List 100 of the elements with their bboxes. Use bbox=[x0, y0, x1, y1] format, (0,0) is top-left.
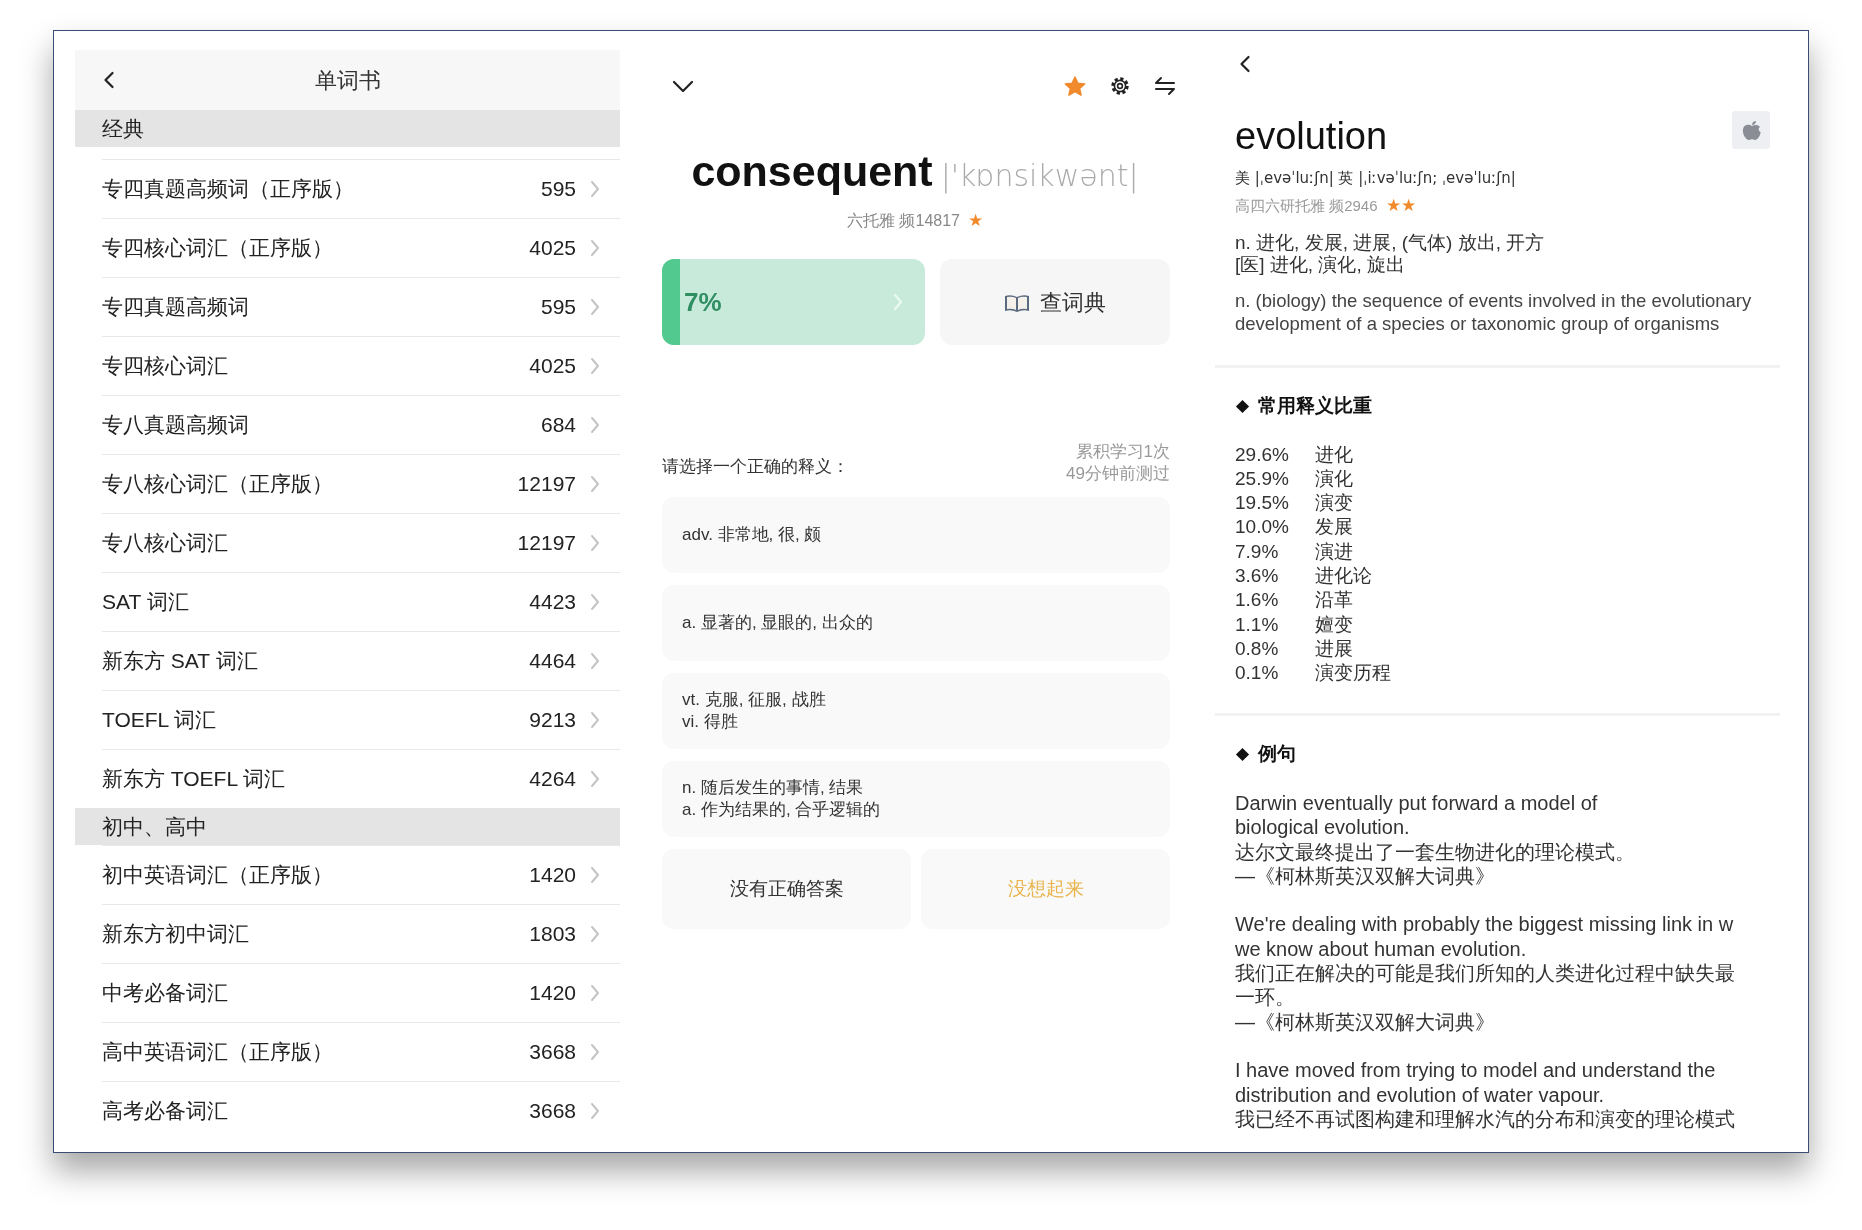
percent-text: 3.6% bbox=[1235, 564, 1280, 588]
chevron-right-icon bbox=[590, 534, 600, 552]
phonetic-text: 美 |ˌevəˈluːʃn| 英 |ˌiːvəˈluːʃn; ˌevəˈluːʃn| bbox=[1235, 168, 1517, 189]
answer-button[interactable]: 没有正确答案 bbox=[662, 849, 911, 929]
translation-text: 我们正在解决的可能是我们所知的人类进化过程中缺失最 bbox=[1235, 961, 1736, 986]
dictionary-button[interactable]: 查词典 bbox=[939, 259, 1170, 345]
example-sentence: distribution and evolution of water vapour. bbox=[1235, 1082, 1606, 1107]
page-title: 单词书 bbox=[313, 66, 382, 95]
book-name: 新东方 TOEFL 词汇 bbox=[102, 766, 287, 793]
percent-text: 29.6% bbox=[1235, 442, 1290, 467]
meaning-text: 进展 bbox=[1315, 636, 1353, 661]
section-header: 初中、高中 bbox=[75, 808, 620, 845]
book-name: 中考必备词汇 bbox=[102, 980, 229, 1007]
percent-text: 10.0% bbox=[1235, 515, 1290, 540]
study-stat: 49分钟前测过 bbox=[1066, 463, 1170, 485]
star-marks: ★ bbox=[967, 210, 983, 230]
back-icon bbox=[1239, 55, 1251, 73]
meaning-text: 发展 bbox=[1315, 515, 1353, 540]
word-count: 4264 bbox=[529, 766, 576, 793]
english-definition: n. (biology) the sequence of events involved in the evolutionary development of a species or taxonomic group of organisms bbox=[1235, 290, 1753, 335]
book-name: 初中英语词汇（正序版） bbox=[102, 862, 334, 889]
book-name: 专八核心词汇（正序版） bbox=[102, 471, 334, 498]
quiz-word: consequent bbox=[691, 147, 933, 195]
frequency-tags: 高四六研托雅 频2946 bbox=[1235, 196, 1378, 214]
book-name: 高考必备词汇 bbox=[102, 1098, 229, 1125]
chevron-right-icon bbox=[590, 416, 600, 434]
percent-text: 1.6% bbox=[1235, 588, 1280, 613]
book-name: TOEFL 词汇 bbox=[102, 707, 218, 734]
example-sentence: biological evolution. bbox=[1235, 815, 1411, 840]
word-count: 9213 bbox=[529, 707, 576, 734]
word-count: 12197 bbox=[517, 530, 576, 557]
percent-text: 7.9% bbox=[1235, 539, 1280, 564]
word-count: 4423 bbox=[529, 589, 576, 616]
study-stat: 累积学习1次 bbox=[1074, 441, 1170, 463]
source-text: —《柯林斯英汉双解大词典》 bbox=[1235, 1009, 1496, 1034]
book-name: 专四核心词汇 bbox=[102, 353, 229, 380]
chevron-right-icon bbox=[590, 357, 600, 375]
book-name: 专四真题高频词 bbox=[102, 294, 250, 321]
diamond-icon bbox=[1235, 398, 1250, 414]
chevron-right-icon bbox=[590, 925, 600, 943]
answer-option[interactable]: a. 显著的, 显眼的, 出众的 bbox=[662, 585, 1170, 661]
example-sentence: We're dealing with probably the biggest missing link in w bbox=[1235, 912, 1735, 937]
book-name: 专四核心词汇（正序版） bbox=[102, 235, 334, 262]
source-text: —《柯林斯英汉双解大词典》 bbox=[1235, 863, 1496, 889]
chevron-right-icon bbox=[590, 593, 600, 611]
progress-label: 7% bbox=[684, 285, 723, 319]
prompt-text: 请选择一个正确的释义： bbox=[662, 455, 849, 478]
book-name: 专四真题高频词（正序版） bbox=[102, 176, 355, 203]
meaning-text: 演变历程 bbox=[1315, 661, 1391, 686]
percent-text: 0.8% bbox=[1235, 636, 1280, 661]
star-marks: ★★ bbox=[1385, 195, 1416, 215]
percent-text: 0.1% bbox=[1235, 661, 1280, 686]
translation-text: 我已经不再试图构建和理解水汽的分布和演变的理论模式 bbox=[1235, 1106, 1736, 1132]
back-icon bbox=[103, 71, 115, 89]
word-count: 595 bbox=[540, 176, 576, 203]
chevron-right-icon bbox=[590, 984, 600, 1002]
percent-text: 1.1% bbox=[1235, 612, 1280, 637]
book-name: 高中英语词汇（正序版） bbox=[102, 1039, 334, 1066]
book-name: 新东方初中词汇 bbox=[102, 921, 250, 948]
meaning-text: 嬗变 bbox=[1315, 612, 1353, 637]
percent-text: 25.9% bbox=[1235, 466, 1290, 491]
chevron-right-icon bbox=[590, 239, 600, 257]
chevron-right-icon bbox=[590, 770, 600, 788]
word-count: 3668 bbox=[529, 1098, 576, 1125]
book-name: 专八真题高频词 bbox=[102, 412, 250, 439]
book-name: SAT 词汇 bbox=[102, 589, 190, 616]
meaning-text: 演进 bbox=[1315, 539, 1353, 564]
answer-option[interactable]: adv. 非常地, 很, 颇 bbox=[662, 497, 1170, 573]
answer-option[interactable]: n. 随后发生的事情, 结果 a. 作为结果的, 合乎逻辑的 bbox=[662, 761, 1170, 837]
pronounce-button[interactable] bbox=[1732, 111, 1770, 149]
chevron-right-icon bbox=[590, 298, 600, 316]
book-name: 新东方 SAT 词汇 bbox=[102, 648, 259, 675]
section-header: 经典 bbox=[75, 110, 620, 147]
definition-text: [医] 进化, 演化, 旋出 bbox=[1235, 254, 1406, 276]
percent-text: 19.5% bbox=[1235, 491, 1290, 516]
entry-word: evolution bbox=[1235, 117, 1388, 155]
word-count: 1420 bbox=[529, 862, 576, 889]
chevron-right-icon bbox=[590, 1102, 600, 1120]
chevron-right-icon bbox=[590, 1043, 600, 1061]
frequency-tags: 六托雅 频14817 bbox=[847, 211, 960, 229]
chevron-right-icon bbox=[892, 293, 903, 311]
meaning-text: 进化论 bbox=[1315, 564, 1372, 588]
word-count: 684 bbox=[540, 412, 576, 439]
chevron-right-icon bbox=[590, 475, 600, 493]
meaning-text: 进化 bbox=[1315, 442, 1353, 467]
section-heading: 例句 bbox=[1258, 742, 1296, 767]
book-name: 专八核心词汇 bbox=[102, 530, 229, 557]
meaning-text: 演变 bbox=[1315, 491, 1353, 516]
word-count: 4025 bbox=[529, 353, 576, 380]
word-count: 1420 bbox=[529, 980, 576, 1007]
answer-option[interactable]: vt. 克服, 征服, 战胜 vi. 得胜 bbox=[662, 673, 1170, 749]
example-sentence: I have moved from trying to model and understand the bbox=[1235, 1058, 1717, 1083]
word-count: 1803 bbox=[529, 921, 576, 948]
phonetic-text: |'kɒnsikwənt| bbox=[940, 158, 1139, 193]
chevron-right-icon bbox=[590, 866, 600, 884]
meaning-text: 演化 bbox=[1315, 466, 1353, 491]
chevron-right-icon bbox=[590, 180, 600, 198]
chevron-right-icon bbox=[590, 652, 600, 670]
translation-text: 一环。 bbox=[1235, 985, 1296, 1010]
definition-text: n. 进化, 发展, 进展, (气体) 放出, 开方 bbox=[1235, 232, 1546, 254]
